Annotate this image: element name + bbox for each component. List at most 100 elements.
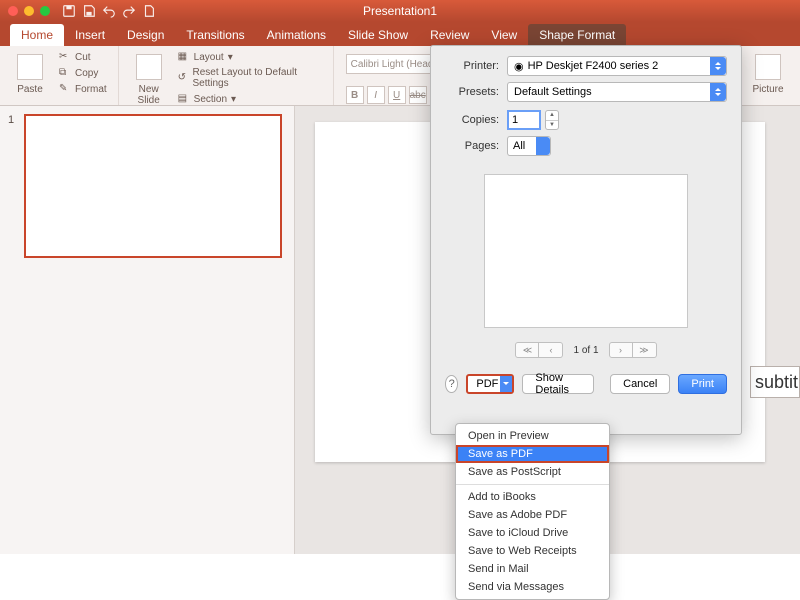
section-button[interactable]: ▤Section ▾: [175, 92, 325, 106]
new-slide-label: New Slide: [138, 84, 160, 106]
menu-send-mail[interactable]: Send in Mail: [456, 560, 609, 578]
prev-page-button[interactable]: ‹: [539, 342, 563, 358]
reset-label: Reset Layout to Default Settings: [192, 67, 321, 89]
pages-label: Pages:: [445, 140, 499, 152]
new-file-icon[interactable]: [142, 4, 156, 18]
pages-value: All: [513, 140, 525, 152]
ribbon-tabs: Home Insert Design Transitions Animation…: [0, 22, 800, 46]
document-title: Presentation1: [363, 4, 437, 18]
section-label: Section: [194, 94, 227, 105]
paste-label: Paste: [17, 84, 43, 95]
tab-design[interactable]: Design: [116, 24, 175, 46]
cut-button[interactable]: ✂ Cut: [56, 50, 110, 64]
last-page-button[interactable]: ≫: [633, 342, 657, 358]
page-indicator: 1 of 1: [573, 345, 598, 356]
scissors-icon: ✂: [59, 51, 71, 63]
menu-add-ibooks[interactable]: Add to iBooks: [456, 488, 609, 506]
cut-label: Cut: [75, 52, 91, 63]
tab-transitions[interactable]: Transitions: [175, 24, 255, 46]
copies-input[interactable]: [507, 110, 541, 130]
copies-label: Copies:: [445, 114, 499, 126]
printer-status-icon: ◉: [514, 60, 524, 73]
strike-button[interactable]: abc: [409, 86, 427, 104]
pdf-label: PDF: [476, 378, 498, 390]
italic-button[interactable]: I: [367, 86, 385, 104]
pager: ≪ ‹ 1 of 1 › ≫: [445, 342, 727, 358]
save-icon[interactable]: [82, 4, 96, 18]
presets-label: Presets:: [445, 86, 499, 98]
paste-button[interactable]: Paste: [8, 50, 52, 95]
tab-slideshow[interactable]: Slide Show: [337, 24, 419, 46]
first-page-button[interactable]: ≪: [515, 342, 539, 358]
slide-number: 1: [8, 114, 14, 126]
minimize-window-button[interactable]: [24, 6, 34, 16]
slides-group: New Slide ▦Layout ▾ ↺Reset Layout to Def…: [119, 46, 334, 105]
paste-icon: [17, 54, 43, 80]
tab-review[interactable]: Review: [419, 24, 480, 46]
printer-select[interactable]: ◉ HP Deskjet F2400 series 2: [507, 56, 727, 76]
autosave-icon[interactable]: [62, 4, 76, 18]
window-controls: [8, 6, 50, 16]
menu-save-icloud[interactable]: Save to iCloud Drive: [456, 524, 609, 542]
tab-home[interactable]: Home: [10, 24, 64, 46]
brush-icon: ✎: [59, 83, 71, 95]
presets-value: Default Settings: [514, 86, 592, 98]
layout-button[interactable]: ▦Layout ▾: [175, 50, 325, 64]
picture-icon: [755, 54, 781, 80]
clipboard-group: Paste ✂ Cut ⧉ Copy ✎ Format: [0, 46, 119, 105]
section-icon: ▤: [178, 93, 190, 105]
subtitle-placeholder[interactable]: subtit: [750, 366, 800, 398]
tab-view[interactable]: View: [480, 24, 528, 46]
copy-label: Copy: [75, 68, 98, 79]
menu-open-preview[interactable]: Open in Preview: [456, 427, 609, 445]
cancel-button[interactable]: Cancel: [610, 374, 670, 394]
underline-button[interactable]: U: [388, 86, 406, 104]
chevron-down-icon: [500, 376, 512, 392]
menu-save-as-pdf[interactable]: Save as PDF: [456, 445, 609, 463]
undo-icon[interactable]: [102, 4, 116, 18]
copy-icon: ⧉: [59, 67, 71, 79]
pdf-menu: Open in Preview Save as PDF Save as Post…: [455, 423, 610, 600]
slide-thumbnails-panel[interactable]: 1: [0, 106, 295, 554]
print-button[interactable]: Print: [678, 374, 727, 394]
print-preview: [484, 174, 688, 328]
print-dialog: Printer: ◉ HP Deskjet F2400 series 2 Pre…: [430, 45, 742, 435]
printer-label: Printer:: [445, 60, 499, 72]
new-slide-icon: [136, 54, 162, 80]
pdf-dropdown-button[interactable]: PDF: [466, 374, 514, 394]
next-page-button[interactable]: ›: [609, 342, 633, 358]
menu-save-web-receipts[interactable]: Save to Web Receipts: [456, 542, 609, 560]
tab-shape-format[interactable]: Shape Format: [528, 24, 626, 46]
close-window-button[interactable]: [8, 6, 18, 16]
picture-label: Picture: [752, 84, 783, 95]
reset-layout-button[interactable]: ↺Reset Layout to Default Settings: [175, 66, 325, 90]
menu-save-as-postscript[interactable]: Save as PostScript: [456, 463, 609, 481]
chevron-updown-icon: [710, 57, 726, 75]
menu-send-messages[interactable]: Send via Messages: [456, 578, 609, 596]
slide-thumbnail-1[interactable]: [24, 114, 282, 258]
show-details-button[interactable]: Show Details: [522, 374, 594, 394]
picture-button[interactable]: Picture: [746, 50, 790, 95]
help-button[interactable]: ?: [445, 375, 458, 393]
layout-label: Layout: [194, 52, 224, 63]
format-label: Format: [75, 84, 107, 95]
tab-insert[interactable]: Insert: [64, 24, 116, 46]
bold-button[interactable]: B: [346, 86, 364, 104]
reset-icon: ↺: [178, 72, 189, 84]
menu-separator: [456, 484, 609, 485]
copy-button[interactable]: ⧉ Copy: [56, 66, 110, 80]
format-painter-button[interactable]: ✎ Format: [56, 82, 110, 96]
zoom-window-button[interactable]: [40, 6, 50, 16]
window-titlebar: Presentation1: [0, 0, 800, 22]
presets-select[interactable]: Default Settings: [507, 82, 727, 102]
copies-stepper[interactable]: ▲▼: [545, 110, 559, 130]
pages-select[interactable]: All: [507, 136, 551, 156]
new-slide-button[interactable]: New Slide: [127, 50, 171, 106]
chevron-updown-icon: [710, 83, 726, 101]
quick-access-toolbar: [62, 4, 156, 18]
layout-icon: ▦: [178, 51, 190, 63]
menu-save-adobe-pdf[interactable]: Save as Adobe PDF: [456, 506, 609, 524]
redo-icon[interactable]: [122, 4, 136, 18]
tab-animations[interactable]: Animations: [256, 24, 337, 46]
printer-value: HP Deskjet F2400 series 2: [528, 60, 659, 72]
